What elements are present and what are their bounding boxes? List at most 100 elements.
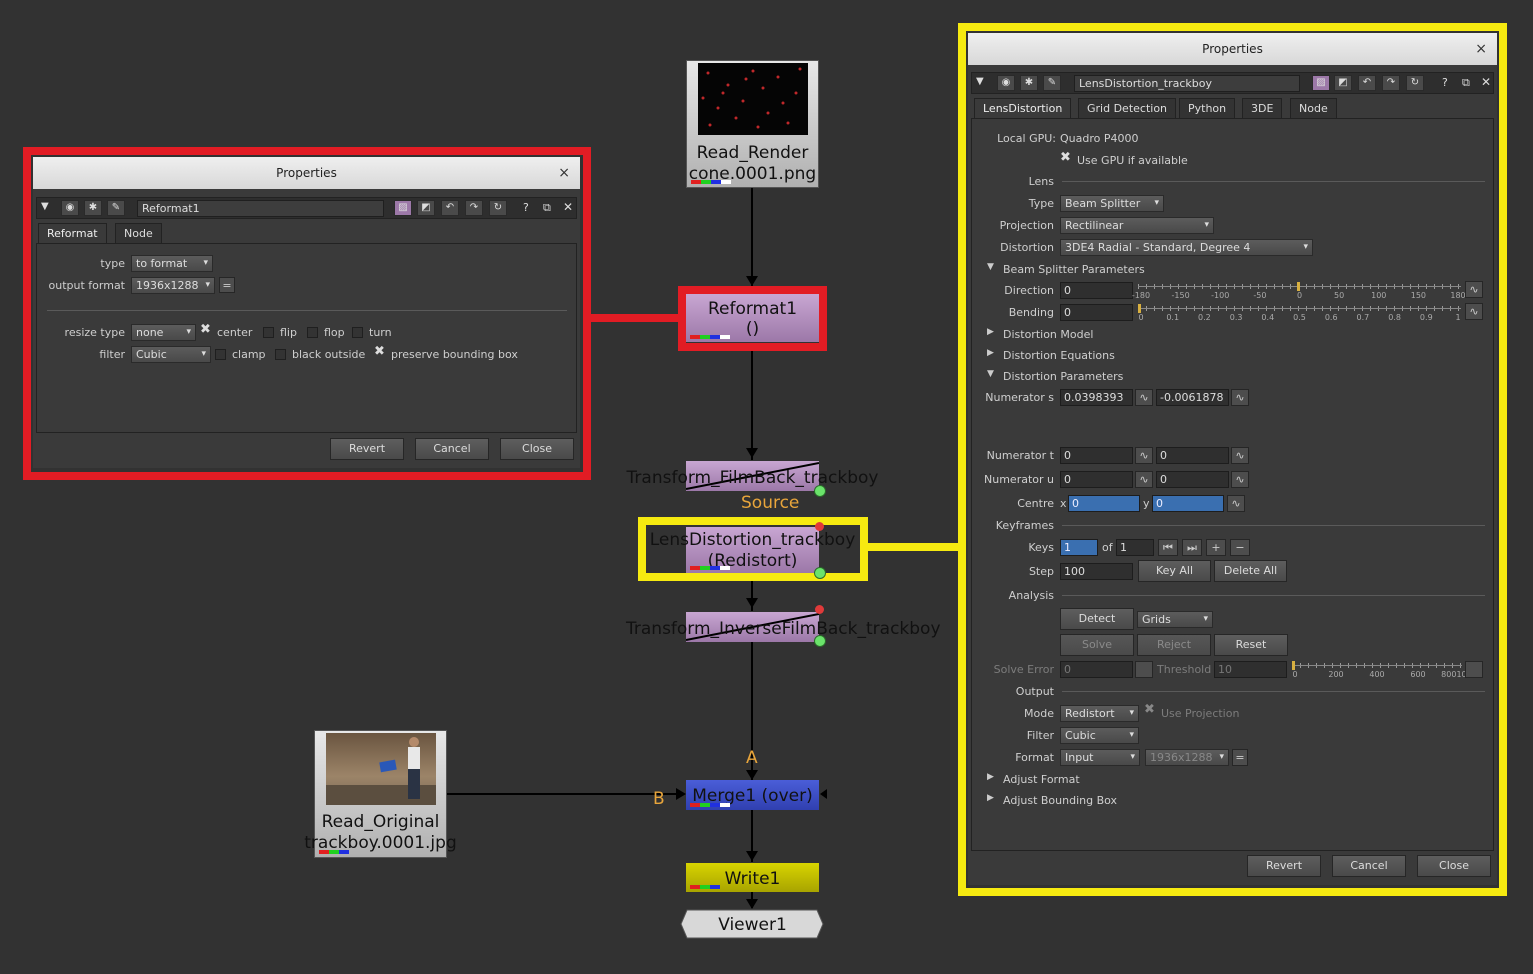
- output-format-dropdown[interactable]: 1936x1288: [131, 277, 215, 294]
- close-icon[interactable]: ×: [1475, 33, 1487, 65]
- inverse-filmback-node[interactable]: Transform_InverseFilmBack_trackboy: [626, 612, 941, 642]
- reformat-node[interactable]: Reformat1 (): [686, 294, 819, 342]
- tab-grid-detection[interactable]: Grid Detection: [1078, 98, 1177, 118]
- center-checkbox[interactable]: ✖: [200, 323, 211, 336]
- remove-icon[interactable]: ✕: [563, 200, 573, 214]
- delete-all-button[interactable]: Delete All: [1214, 560, 1287, 582]
- curve-icon[interactable]: ∿: [1231, 389, 1249, 406]
- threshold-toggle[interactable]: [1465, 661, 1483, 678]
- numerator-s-a-input[interactable]: 0.0398393: [1060, 389, 1133, 406]
- redo-icon[interactable]: ↷: [1382, 75, 1400, 91]
- keys-input[interactable]: 1: [1060, 539, 1098, 556]
- mask-input-dot[interactable]: [814, 485, 826, 497]
- filter-dropdown[interactable]: Cubic: [131, 346, 211, 363]
- flip-checkbox[interactable]: [263, 327, 274, 338]
- turn-checkbox[interactable]: [352, 327, 363, 338]
- center-node-icon[interactable]: ◉: [61, 200, 79, 216]
- revert-icon[interactable]: ↻: [1406, 75, 1424, 91]
- help-icon[interactable]: ?: [1442, 76, 1448, 89]
- key-all-button[interactable]: Key All: [1138, 560, 1211, 582]
- type-dropdown[interactable]: to format: [131, 255, 213, 272]
- black-outside-checkbox[interactable]: [275, 349, 286, 360]
- bending-curve-icon[interactable]: ∿: [1465, 303, 1483, 320]
- centre-x-input[interactable]: 0: [1068, 495, 1140, 512]
- revert-icon[interactable]: ↻: [489, 200, 507, 216]
- bending-slider[interactable]: 0 0.1 0.2 0.3 0.4 0.5 0.6 0.7 0.8 0.9 1: [1138, 304, 1461, 324]
- curve-icon[interactable]: ∿: [1231, 471, 1249, 488]
- solve-button[interactable]: Solve: [1060, 634, 1134, 656]
- use-projection-checkbox[interactable]: ✖: [1144, 703, 1155, 716]
- bug-icon[interactable]: ✱: [84, 200, 102, 216]
- collapse-icon[interactable]: ▼: [976, 76, 984, 87]
- tab-node[interactable]: Node: [115, 223, 162, 243]
- numerator-t-a-input[interactable]: 0: [1060, 447, 1133, 464]
- tab-python[interactable]: Python: [1179, 98, 1236, 118]
- collapsed-triangle-icon[interactable]: ▶: [987, 793, 994, 803]
- remove-key-icon[interactable]: −: [1230, 539, 1250, 556]
- font-color-icon[interactable]: ◩: [417, 200, 435, 216]
- reject-button[interactable]: Reject: [1137, 634, 1211, 656]
- undo-icon[interactable]: ↶: [441, 200, 459, 216]
- adjust-format-label[interactable]: Adjust Format: [1003, 773, 1080, 786]
- read-render-node[interactable]: Read_Render cone.0001.png: [686, 60, 819, 188]
- cancel-button[interactable]: Cancel: [1332, 855, 1406, 877]
- curve-icon[interactable]: ∿: [1135, 447, 1153, 464]
- grids-dropdown[interactable]: Grids: [1137, 611, 1213, 628]
- distortion-equations-label[interactable]: Distortion Equations: [1003, 349, 1115, 362]
- direction-slider[interactable]: -180 -150 -100 -50 0 50 100 150 180: [1132, 282, 1466, 302]
- redo-icon[interactable]: ↷: [465, 200, 483, 216]
- projection-dropdown[interactable]: Rectilinear: [1060, 217, 1214, 234]
- flop-checkbox[interactable]: [307, 327, 318, 338]
- beam-params-label[interactable]: Beam Splitter Parameters: [1003, 263, 1145, 276]
- distortion-parameters-label[interactable]: Distortion Parameters: [1003, 370, 1123, 383]
- float-icon[interactable]: ⧉: [543, 201, 551, 215]
- curve-icon[interactable]: ∿: [1135, 471, 1153, 488]
- prev-key-icon[interactable]: ⏮: [1158, 539, 1178, 556]
- node-name-field[interactable]: Reformat1: [137, 200, 384, 217]
- bending-input[interactable]: 0: [1060, 304, 1133, 321]
- threshold-slider[interactable]: 0 200 400 600 8001000: [1292, 661, 1477, 681]
- collapsed-triangle-icon[interactable]: ▶: [987, 327, 994, 337]
- close-button[interactable]: Close: [1417, 855, 1491, 877]
- filter-dropdown[interactable]: Cubic: [1060, 727, 1139, 744]
- clamp-checkbox[interactable]: [215, 349, 226, 360]
- distortion-model-label[interactable]: Distortion Model: [1003, 328, 1093, 341]
- wrench-icon[interactable]: ✎: [107, 200, 125, 216]
- solve-error-toggle[interactable]: [1135, 661, 1153, 678]
- curve-icon[interactable]: ∿: [1231, 447, 1249, 464]
- revert-button[interactable]: Revert: [1247, 855, 1321, 877]
- tab-node[interactable]: Node: [1290, 98, 1337, 118]
- slider-knob[interactable]: [1296, 282, 1300, 291]
- format-eq-button[interactable]: =: [219, 277, 235, 293]
- lensdistortion-node[interactable]: LensDistortion_trackboy (Redistort): [650, 527, 855, 573]
- collapse-icon[interactable]: ▼: [41, 201, 49, 212]
- preserve-bbox-checkbox[interactable]: ✖: [374, 345, 385, 358]
- float-icon[interactable]: ⧉: [1462, 76, 1470, 90]
- collapsed-triangle-icon[interactable]: ▶: [987, 348, 994, 358]
- next-key-icon[interactable]: ⏭: [1182, 539, 1202, 556]
- add-key-icon[interactable]: +: [1206, 539, 1226, 556]
- expanded-triangle-icon[interactable]: ▼: [987, 262, 994, 272]
- adjust-bbox-label[interactable]: Adjust Bounding Box: [1003, 794, 1117, 807]
- write-node[interactable]: Write1: [686, 863, 819, 892]
- center-node-icon[interactable]: ◉: [997, 75, 1015, 91]
- collapsed-triangle-icon[interactable]: ▶: [987, 772, 994, 782]
- help-icon[interactable]: ?: [523, 201, 529, 214]
- close-icon[interactable]: ×: [558, 157, 570, 189]
- format-size-dropdown[interactable]: 1936x1288: [1145, 749, 1229, 766]
- node-color-icon[interactable]: ▨: [394, 200, 412, 216]
- node-color-icon[interactable]: ▨: [1312, 75, 1330, 91]
- merge-node[interactable]: Merge1 (over): [686, 780, 819, 810]
- node-name-field[interactable]: LensDistortion_trackboy: [1074, 75, 1300, 92]
- step-input[interactable]: 100: [1060, 563, 1133, 580]
- slider-knob[interactable]: [1292, 661, 1295, 670]
- curve-icon[interactable]: ∿: [1135, 389, 1153, 406]
- numerator-s-b-input[interactable]: -0.0061878: [1156, 389, 1229, 406]
- format-eq-button[interactable]: =: [1232, 749, 1248, 766]
- mode-dropdown[interactable]: Redistort: [1060, 705, 1139, 722]
- font-color-icon[interactable]: ◩: [1334, 75, 1352, 91]
- revert-button[interactable]: Revert: [330, 438, 404, 460]
- read-original-node[interactable]: Read_Original trackboy.0001.jpg: [304, 730, 457, 858]
- detect-button[interactable]: Detect: [1060, 608, 1134, 630]
- slider-knob[interactable]: [1138, 304, 1141, 313]
